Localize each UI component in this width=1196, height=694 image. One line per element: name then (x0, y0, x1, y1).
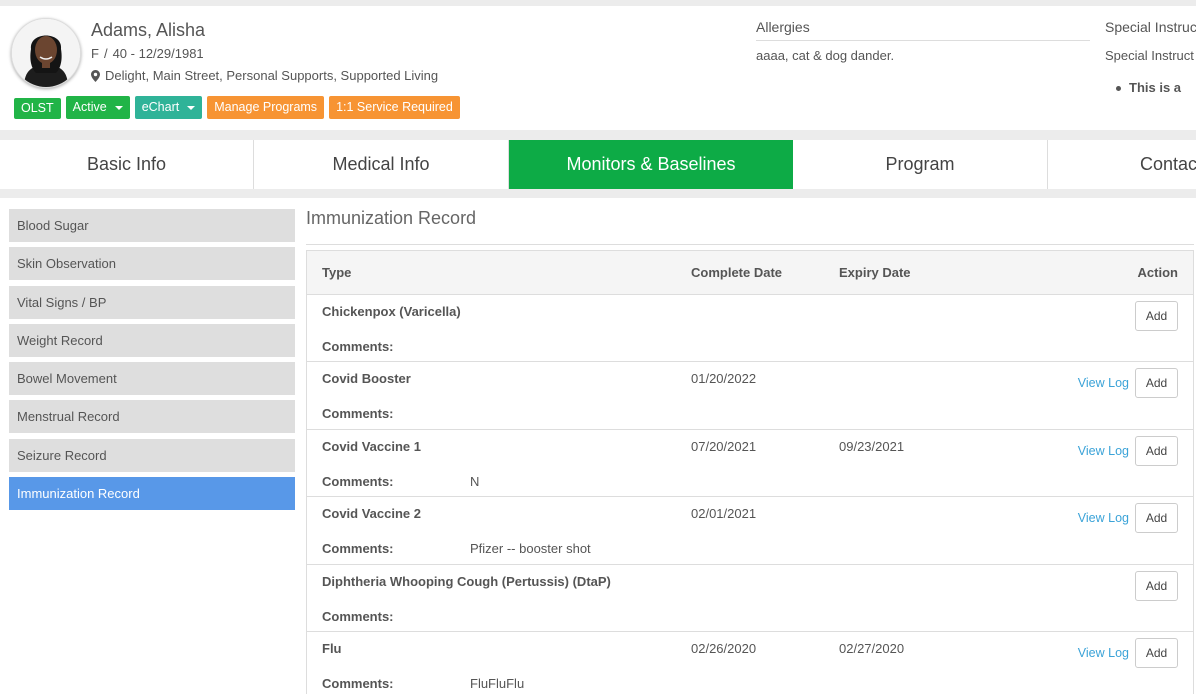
active-status-label: Active (72, 100, 107, 114)
sidebar-item-skin-observation[interactable]: Skin Observation (9, 247, 295, 281)
caret-down-icon (114, 105, 123, 110)
sidebar-item-vital-signs[interactable]: Vital Signs / BP (9, 285, 295, 319)
special-instructions-subtitle: Special Instruct (1105, 48, 1194, 63)
table-row: Chickenpox (Varicella) Comments: Add (307, 295, 1193, 363)
table-row: Covid Vaccine 1 07/20/2021 09/23/2021 Co… (307, 430, 1193, 498)
allergies-text: aaaa, cat & dog dander. (756, 48, 895, 63)
patient-age-dob: 40 - 12/29/1981 (112, 46, 204, 61)
view-log-link[interactable]: View Log (1078, 511, 1129, 525)
tab-program[interactable]: Program (793, 140, 1048, 189)
expiry-date: 09/23/2021 (839, 438, 905, 454)
tab-contacts[interactable]: Contac (1048, 140, 1196, 189)
expiry-date: 02/27/2020 (839, 640, 905, 656)
view-log-link[interactable]: View Log (1078, 376, 1129, 390)
comment-text: FluFluFlu (470, 675, 525, 691)
sidebar-item-bowel-movement[interactable]: Bowel Movement (9, 362, 295, 396)
comments-label: Comments: (322, 675, 394, 691)
table-row: Covid Vaccine 2 02/01/2021 Comments: Pfi… (307, 497, 1193, 565)
main-tabs: Basic Info Medical Info Monitors & Basel… (0, 140, 1196, 189)
immunization-type: Chickenpox (Varicella) (322, 304, 461, 319)
comments-label: Comments: (322, 473, 394, 489)
patient-demographics: F / 40 - 12/29/1981 (91, 46, 204, 61)
echart-label: eChart (141, 100, 180, 114)
patient-address-text: Delight, Main Street, Personal Supports,… (105, 68, 439, 83)
avatar (11, 18, 81, 88)
immunization-type: Covid Vaccine 1 (322, 438, 421, 454)
special-instructions-bullet: This is a (1115, 80, 1182, 95)
immunization-type: Diphtheria Whooping Cough (Pertussis) (D… (322, 573, 611, 589)
header-expiry-date: Expiry Date (839, 265, 911, 280)
manage-programs-button[interactable]: Manage Programs (207, 96, 325, 119)
header-type: Type (322, 265, 352, 280)
title-divider (306, 244, 1194, 245)
tab-medical-info[interactable]: Medical Info (254, 140, 509, 189)
immunization-type: Covid Booster (322, 371, 411, 387)
status-badges: OLST Active eChart Manage Programs 1:1 S… (14, 96, 460, 119)
sidebar-item-blood-sugar[interactable]: Blood Sugar (9, 209, 295, 242)
complete-date: 02/01/2021 (691, 506, 757, 522)
comments-label: Comments: (322, 406, 394, 422)
comments-label: Comments: (322, 608, 394, 624)
immunization-table: Type Complete Date Expiry Date Action Ch… (306, 250, 1194, 694)
complete-date: 02/26/2020 (691, 640, 757, 656)
comment-text: N (470, 473, 480, 489)
complete-date: 07/20/2021 (691, 438, 757, 454)
table-row: Diphtheria Whooping Cough (Pertussis) (D… (307, 565, 1193, 632)
add-button[interactable]: Add (1135, 570, 1178, 601)
comment-text: Pfizer -- booster shot (470, 541, 591, 557)
patient-address: Delight, Main Street, Personal Supports,… (91, 68, 438, 83)
caret-down-icon (187, 105, 196, 110)
complete-date: 01/20/2022 (691, 371, 757, 387)
table-row: Flu 02/26/2020 02/27/2020 Comments: FluF… (307, 632, 1193, 694)
patient-gender: F (91, 46, 99, 61)
add-button[interactable]: Add (1135, 435, 1178, 466)
header-complete-date: Complete Date (691, 265, 783, 280)
immunization-type: Flu (322, 640, 342, 656)
patient-header: Adams, Alisha F / 40 - 12/29/1981 Delight,… (0, 6, 1196, 130)
header-action: Action (1137, 265, 1178, 280)
table-row: Covid Booster 01/20/2022 Comments: View … (307, 362, 1193, 430)
tab-monitors-baselines[interactable]: Monitors & Baselines (509, 140, 793, 189)
comments-label: Comments: (322, 541, 394, 557)
sidebar-item-immunization-record[interactable]: Immunization Record (9, 477, 295, 511)
active-status-dropdown[interactable]: Active (65, 96, 130, 119)
sidebar-item-menstrual-record[interactable]: Menstrual Record (9, 400, 295, 434)
tab-basic-info[interactable]: Basic Info (0, 140, 254, 189)
special-instructions-title: Special Instruc (1105, 19, 1196, 35)
add-button[interactable]: Add (1135, 503, 1178, 534)
add-button[interactable]: Add (1135, 301, 1178, 331)
view-log-link[interactable]: View Log (1078, 444, 1129, 458)
separator: / (103, 46, 108, 61)
patient-name: Adams, Alisha (91, 20, 206, 40)
view-log-link[interactable]: View Log (1078, 646, 1129, 660)
olst-badge: OLST (14, 98, 61, 119)
sidebar: Blood Sugar Skin Observation Vital Signs… (9, 209, 295, 515)
comments-label: Comments: (322, 339, 394, 354)
echart-dropdown[interactable]: eChart (134, 96, 203, 119)
page-title: Immunization Record (306, 208, 477, 228)
map-marker-icon (91, 69, 100, 82)
sidebar-item-seizure-record[interactable]: Seizure Record (9, 438, 295, 472)
add-button[interactable]: Add (1135, 637, 1178, 668)
allergies-title: Allergies (756, 19, 1090, 41)
patient-photo-icon (12, 19, 80, 87)
add-button[interactable]: Add (1135, 368, 1178, 399)
immunization-type: Covid Vaccine 2 (322, 506, 421, 522)
service-required-button[interactable]: 1:1 Service Required (329, 96, 460, 119)
sidebar-item-weight-record[interactable]: Weight Record (9, 323, 295, 357)
table-header: Type Complete Date Expiry Date Action (307, 251, 1193, 295)
